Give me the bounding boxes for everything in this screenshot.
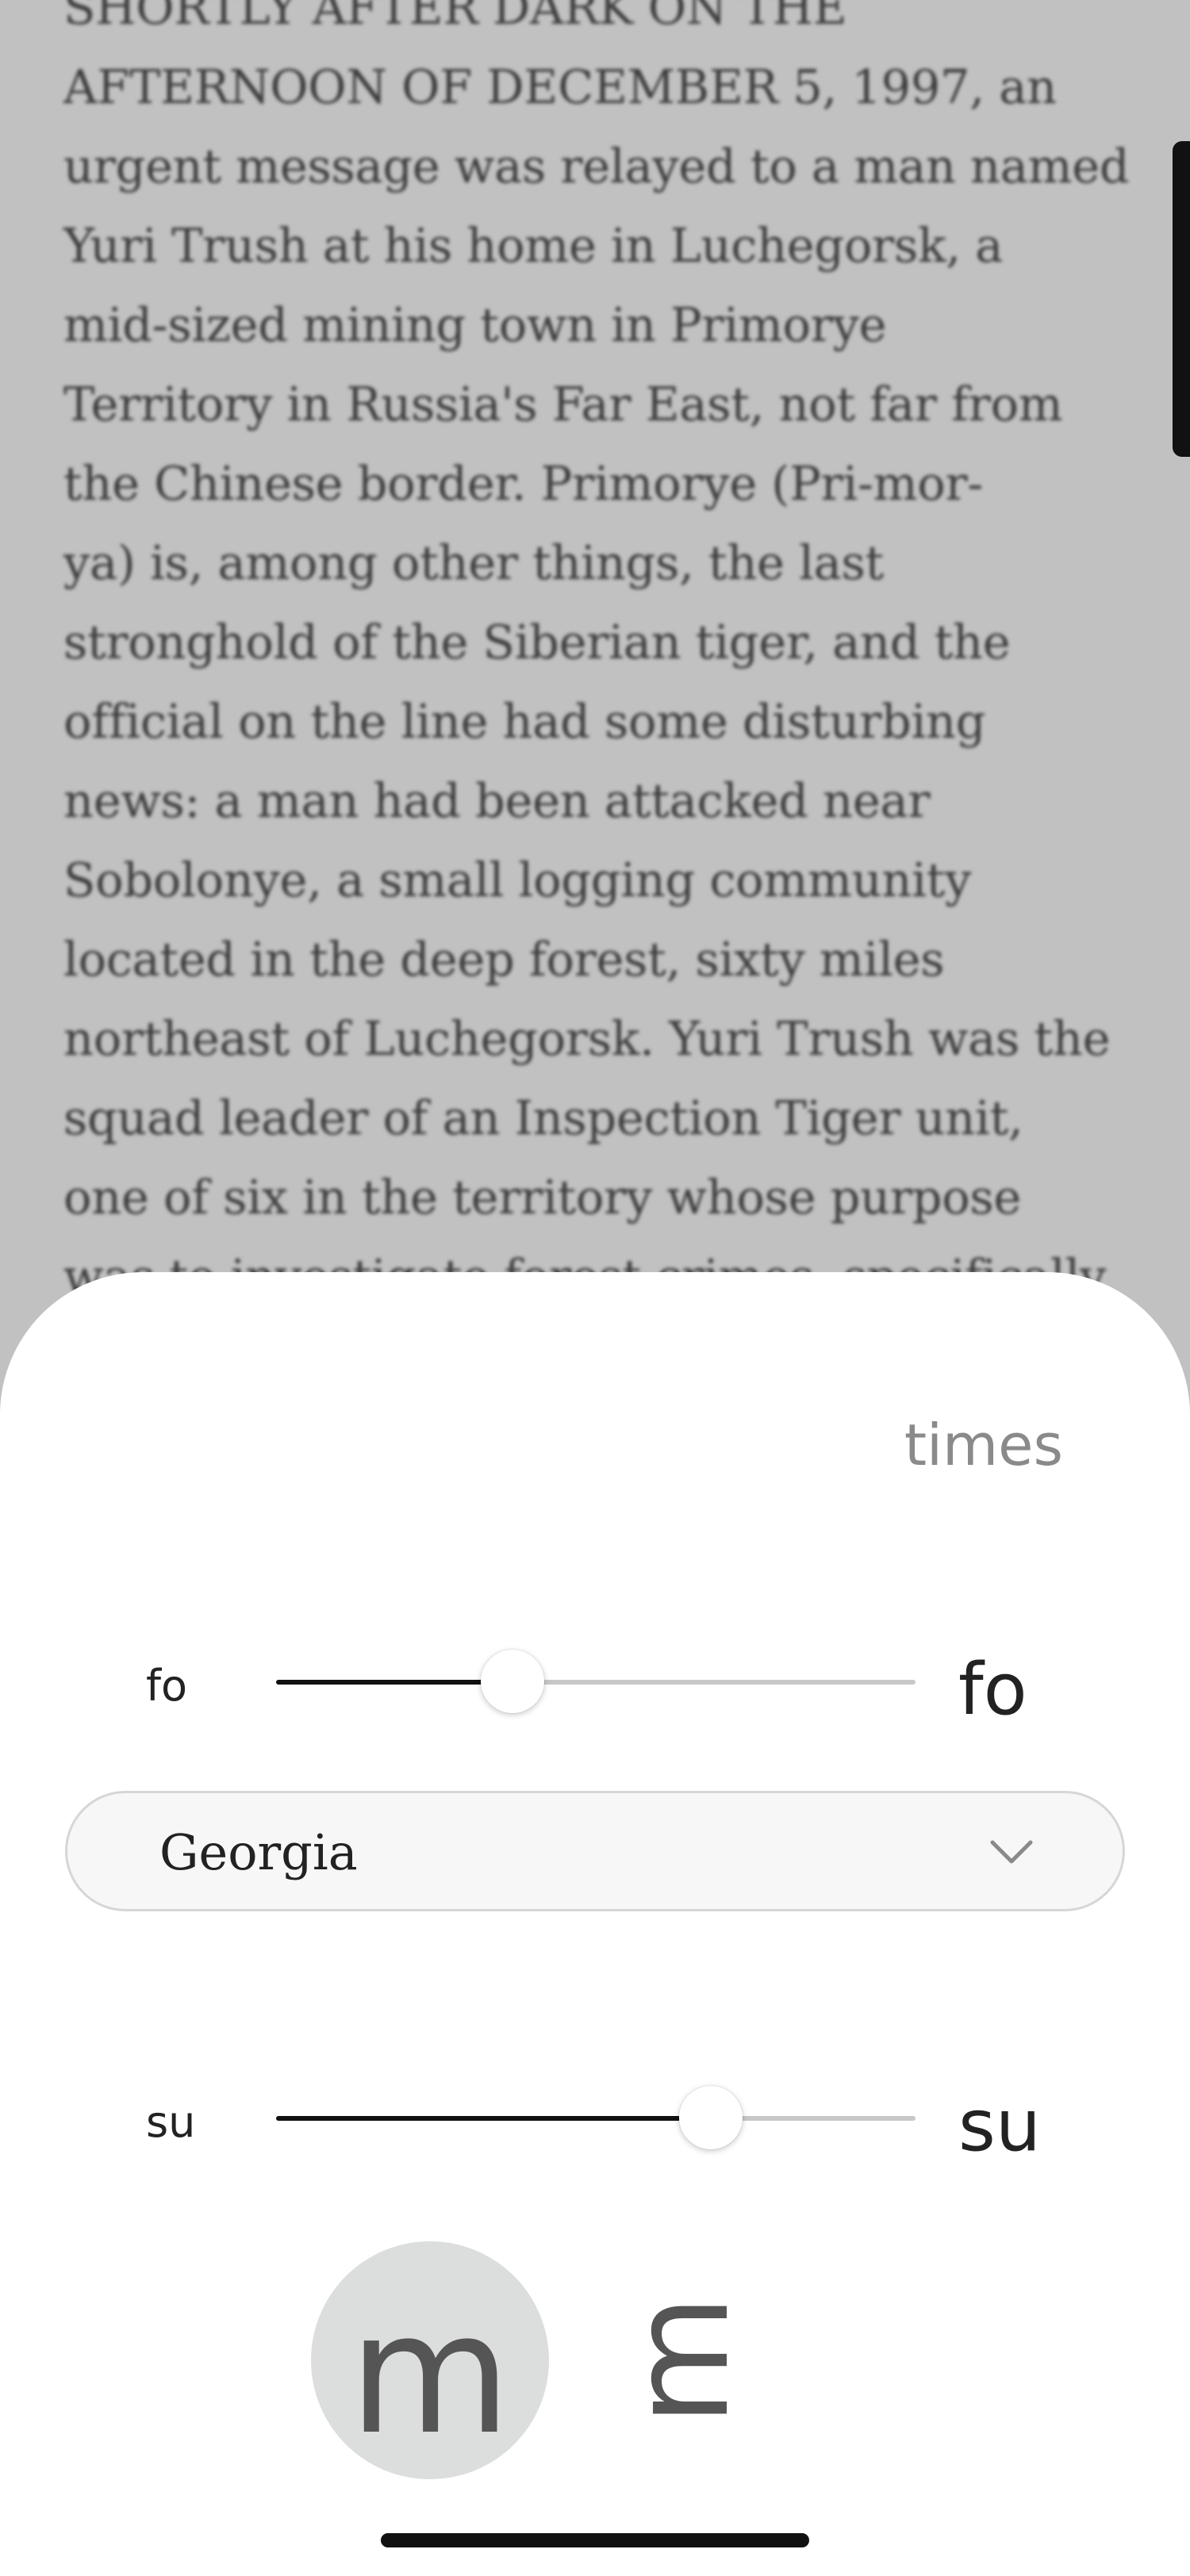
book-text: SHORTLY AFTER DARK ON THE AFTERNOON OF DE…	[63, 0, 1142, 1317]
book-text-line: urgent message was relayed to a man name…	[63, 139, 1130, 194]
page-mode-button[interactable]: m	[562, 2241, 800, 2479]
chevron-down-icon	[990, 1840, 1033, 1864]
font-size-slider-row: fo fo	[0, 1629, 1190, 1740]
spacing-slider-row: su su	[0, 2065, 1190, 2176]
font-size-slider[interactable]	[276, 1650, 916, 1713]
book-text-line: SHORTLY AFTER DARK ON THE	[63, 0, 847, 35]
book-text-line: located in the deep forest, sixty miles	[63, 932, 945, 987]
spacing-slider-thumb[interactable]	[679, 2086, 743, 2149]
font-family-value: Georgia	[159, 1823, 358, 1881]
book-text-line: official on the line had some disturbing	[63, 694, 986, 749]
font-family-select[interactable]: Georgia	[65, 1791, 1125, 1911]
book-text-line: Territory in Russia's Far East, not far …	[63, 377, 1063, 431]
scroll-mode-icon: m	[348, 2277, 512, 2471]
spacing-slider-fill	[276, 2116, 712, 2121]
book-text-line: Sobolonye, a small logging community	[63, 853, 972, 907]
font-size-slider-thumb[interactable]	[481, 1650, 545, 1713]
font-size-slider-fill	[276, 1680, 513, 1685]
page-mode-icon: m	[602, 2294, 759, 2426]
book-text-line: northeast of Luchegorsk. Yuri Trush was …	[63, 1011, 1111, 1066]
book-text-line: squad leader of an Inspection Tiger unit…	[63, 1091, 1023, 1145]
spacing-small-label: su	[146, 2097, 196, 2147]
book-text-line: stronghold of the Siberian tiger, and th…	[63, 615, 1011, 669]
reading-settings-sheet: times fo fo Georgia su su m m	[0, 1272, 1190, 2576]
book-text-line: ya) is, among other things, the last	[63, 535, 884, 590]
book-text-line: AFTERNOON OF DECEMBER 5, 1997, an	[63, 59, 1057, 114]
spacing-large-label: su	[958, 2084, 1041, 2168]
spacing-slider[interactable]	[276, 2086, 916, 2149]
font-size-large-label: fo	[958, 1648, 1027, 1731]
scroll-indicator[interactable]	[1173, 141, 1190, 457]
home-indicator	[381, 2533, 809, 2547]
done-button[interactable]: times	[904, 1412, 1063, 1478]
book-text-line: news: a man had been attacked near	[63, 773, 931, 828]
font-size-small-label: fo	[146, 1661, 188, 1711]
scroll-mode-button[interactable]: m	[311, 2241, 549, 2479]
book-text-line: mid-sized mining town in Primorye	[63, 297, 887, 352]
book-text-line: Yuri Trush at his home in Luchegorsk, a	[63, 218, 1004, 273]
book-text-line: the Chinese border. Primorye (Pri-mor-	[63, 456, 984, 511]
book-text-line: one of six in the territory whose purpos…	[63, 1170, 1022, 1225]
